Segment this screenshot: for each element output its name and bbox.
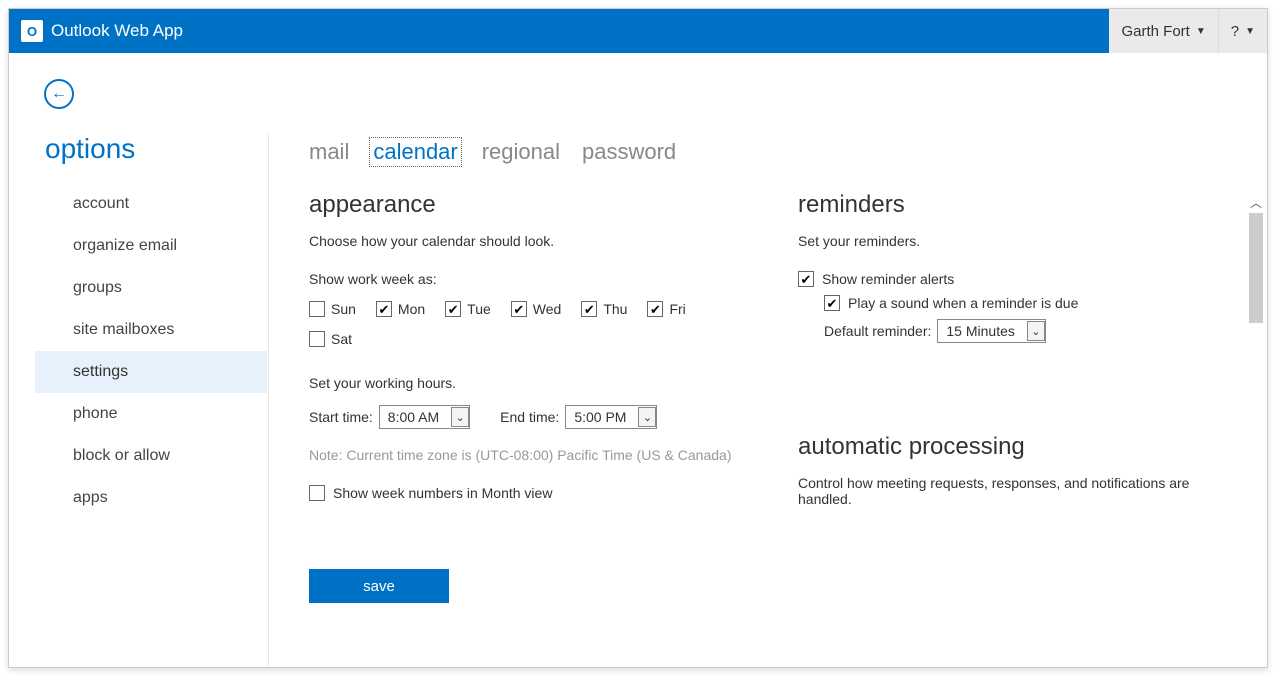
checkbox-sun[interactable] (309, 301, 325, 317)
week-numbers-row: Show week numbers in Month view (309, 485, 738, 501)
sidebar-title: options (45, 133, 268, 165)
sidebar-item-label: site mailboxes (73, 321, 174, 338)
sidebar-item-phone[interactable]: phone (45, 393, 268, 435)
working-hours-label: Set your working hours. (309, 375, 738, 391)
main-panel: mail calendar regional password appearan… (269, 133, 1267, 667)
day-sat: Sat (309, 331, 352, 347)
checkbox-play-sound[interactable] (824, 295, 840, 311)
work-week-days: Sun Mon Tue Wed Thu Fri Sat (309, 301, 738, 347)
day-label: Wed (533, 301, 562, 317)
user-area: Garth Fort ▼ ? ▼ (1109, 9, 1267, 53)
day-label: Tue (467, 301, 491, 317)
sidebar-item-apps[interactable]: apps (45, 477, 268, 519)
appearance-section: appearance Choose how your calendar shou… (309, 191, 738, 667)
save-button[interactable]: save (309, 569, 449, 603)
checkbox-fri[interactable] (647, 301, 663, 317)
show-alerts-label: Show reminder alerts (822, 271, 954, 287)
end-time-label: End time: (500, 409, 559, 425)
day-label: Sun (331, 301, 356, 317)
day-label: Thu (603, 301, 627, 317)
day-thu: Thu (581, 301, 627, 317)
reminders-desc: Set your reminders. (798, 233, 1227, 249)
chevron-down-icon: ⌄ (1027, 321, 1045, 341)
timezone-note: Note: Current time zone is (UTC-08:00) P… (309, 447, 738, 463)
sidebar-item-label: groups (73, 279, 122, 296)
sidebar-item-label: account (73, 195, 129, 212)
top-bar: O Outlook Web App Garth Fort ▼ ? ▼ (9, 9, 1267, 53)
scroll-thumb[interactable] (1249, 213, 1263, 323)
brand: O Outlook Web App (9, 20, 183, 42)
app-title: Outlook Web App (51, 21, 183, 41)
settings-sidebar: options account organize email groups si… (9, 133, 269, 667)
checkbox-thu[interactable] (581, 301, 597, 317)
day-tue: Tue (445, 301, 491, 317)
show-alerts-row: Show reminder alerts (798, 271, 1227, 287)
automatic-processing-title: automatic processing (798, 433, 1227, 461)
sidebar-item-account[interactable]: account (45, 183, 268, 225)
work-week-label: Show work week as: (309, 271, 738, 287)
checkbox-wed[interactable] (511, 301, 527, 317)
chevron-down-icon: ⌄ (638, 407, 656, 427)
day-label: Fri (669, 301, 685, 317)
day-label: Mon (398, 301, 425, 317)
sidebar-item-site-mailboxes[interactable]: site mailboxes (45, 309, 268, 351)
sidebar-item-settings[interactable]: settings (35, 351, 267, 393)
default-reminder-row: Default reminder: 15 Minutes ⌄ (824, 319, 1227, 343)
day-sun: Sun (309, 301, 356, 317)
help-menu-button[interactable]: ? ▼ (1219, 9, 1267, 53)
checkbox-tue[interactable] (445, 301, 461, 317)
end-time-select[interactable]: 5:00 PM ⌄ (565, 405, 657, 429)
start-time-label: Start time: (309, 409, 373, 425)
default-reminder-label: Default reminder: (824, 323, 931, 339)
scrollbar[interactable]: ︿ ﹀ (1247, 193, 1265, 668)
checkbox-mon[interactable] (376, 301, 392, 317)
end-time-value: 5:00 PM (574, 409, 626, 425)
right-column: reminders Set your reminders. Show remin… (798, 191, 1227, 667)
start-time-select[interactable]: 8:00 AM ⌄ (379, 405, 470, 429)
tab-calendar[interactable]: calendar (371, 139, 459, 165)
sidebar-item-groups[interactable]: groups (45, 267, 268, 309)
chevron-down-icon: ▼ (1245, 26, 1255, 37)
tab-password[interactable]: password (582, 139, 676, 165)
arrow-left-icon: ← (51, 85, 67, 103)
day-mon: Mon (376, 301, 425, 317)
default-reminder-value: 15 Minutes (946, 323, 1014, 339)
sidebar-item-block-or-allow[interactable]: block or allow (45, 435, 268, 477)
play-sound-label: Play a sound when a reminder is due (848, 295, 1078, 311)
tab-regional[interactable]: regional (482, 139, 560, 165)
automatic-processing-desc: Control how meeting requests, responses,… (798, 475, 1227, 507)
sidebar-item-organize-email[interactable]: organize email (45, 225, 268, 267)
chevron-down-icon: ▼ (1196, 26, 1206, 37)
checkbox-show-alerts[interactable] (798, 271, 814, 287)
appearance-title: appearance (309, 191, 738, 219)
day-wed: Wed (511, 301, 562, 317)
day-label: Sat (331, 331, 352, 347)
sidebar-item-label: organize email (73, 237, 177, 254)
checkbox-week-numbers[interactable] (309, 485, 325, 501)
sidebar-item-label: settings (73, 363, 128, 380)
sidebar-item-label: block or allow (73, 447, 170, 464)
play-sound-row: Play a sound when a reminder is due (824, 295, 1227, 311)
user-menu-button[interactable]: Garth Fort ▼ (1109, 9, 1218, 53)
week-numbers-label: Show week numbers in Month view (333, 485, 552, 501)
default-reminder-select[interactable]: 15 Minutes ⌄ (937, 319, 1045, 343)
checkbox-sat[interactable] (309, 331, 325, 347)
appearance-desc: Choose how your calendar should look. (309, 233, 738, 249)
outlook-icon: O (21, 20, 43, 42)
sidebar-item-label: apps (73, 489, 108, 506)
tab-mail[interactable]: mail (309, 139, 349, 165)
start-time-value: 8:00 AM (388, 409, 439, 425)
settings-tabs: mail calendar regional password (309, 139, 1227, 165)
reminders-title: reminders (798, 191, 1227, 219)
help-icon: ? (1231, 23, 1239, 40)
user-name: Garth Fort (1121, 23, 1189, 40)
scroll-up-arrow-icon[interactable]: ︿ (1247, 193, 1265, 211)
chevron-down-icon: ⌄ (451, 407, 469, 427)
day-fri: Fri (647, 301, 685, 317)
sidebar-item-label: phone (73, 405, 118, 422)
back-button[interactable]: ← (44, 79, 74, 109)
